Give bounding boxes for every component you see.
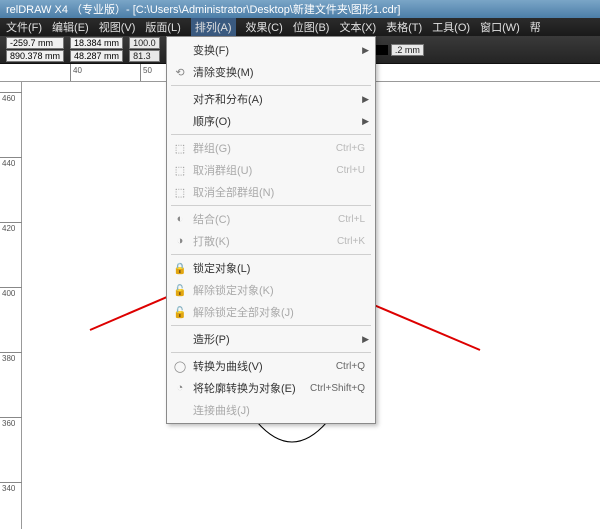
outline-width-field[interactable]: .2 mm	[391, 44, 424, 56]
menu-item-label: 群组(G)	[189, 140, 336, 156]
pos-x-field[interactable]: -259.7 mm	[6, 37, 64, 49]
menu-item-shortcut: Ctrl+L	[338, 214, 369, 225]
ruler-h-tick: 40	[73, 66, 82, 75]
menu-window[interactable]: 窗口(W)	[480, 19, 520, 35]
menu-item-icon: ◐	[171, 213, 189, 225]
menu-item-label: 将轮廓转换为对象(E)	[189, 380, 310, 396]
menu-text[interactable]: 文本(X)	[339, 19, 376, 35]
menu-item: ⬚群组(G)Ctrl+G	[167, 137, 375, 159]
menu-item: ⬚取消群组(U)Ctrl+U	[167, 159, 375, 181]
menu-edit[interactable]: 编辑(E)	[52, 19, 89, 35]
menu-effects[interactable]: 效果(C)	[246, 19, 283, 35]
ruler-v-tick: 400	[2, 289, 15, 298]
ruler-v-tick: 440	[2, 159, 15, 168]
menu-item-label: 连接曲线(J)	[189, 402, 369, 418]
ruler-v-tick: 420	[2, 224, 15, 233]
menu-item-label: 顺序(O)	[189, 113, 362, 129]
menu-item-shortcut: Ctrl+U	[336, 165, 369, 176]
scale-y-field[interactable]: 81.3	[129, 50, 160, 62]
menu-item-label: 解除锁定对象(K)	[189, 282, 369, 298]
menu-item-icon: 🔒	[171, 262, 189, 275]
submenu-arrow-icon: ▶	[362, 45, 369, 56]
menu-item[interactable]: 🔒锁定对象(L)	[167, 257, 375, 279]
menu-item: ◑打散(K)Ctrl+K	[167, 230, 375, 252]
height-field[interactable]: 48.287 mm	[70, 50, 123, 62]
menu-item-label: 解除锁定全部对象(J)	[189, 304, 369, 320]
menu-item[interactable]: 顺序(O)▶	[167, 110, 375, 132]
menu-item[interactable]: ◯转换为曲线(V)Ctrl+Q	[167, 355, 375, 377]
submenu-arrow-icon: ▶	[362, 334, 369, 345]
menu-item-label: 转换为曲线(V)	[189, 358, 336, 374]
menu-help[interactable]: 帮	[530, 19, 541, 35]
menu-item[interactable]: ⟲清除变换(M)	[167, 61, 375, 83]
menu-item[interactable]: 变换(F)▶	[167, 39, 375, 61]
menu-item-shortcut: Ctrl+K	[337, 236, 369, 247]
arrange-menu: 变换(F)▶⟲清除变换(M)对齐和分布(A)▶顺序(O)▶⬚群组(G)Ctrl+…	[166, 36, 376, 424]
width-field[interactable]: 18.384 mm	[70, 37, 123, 49]
ruler-v-tick: 360	[2, 419, 15, 428]
menu-item-label: 对齐和分布(A)	[189, 91, 362, 107]
menu-item-icon: 🔓	[171, 306, 189, 319]
menu-item-label: 变换(F)	[189, 42, 362, 58]
menu-item-label: 锁定对象(L)	[189, 260, 369, 276]
ruler-vertical: 460 440 420 400 380 360 340	[0, 82, 22, 529]
menu-item-shortcut: Ctrl+Q	[336, 361, 369, 372]
menu-item-icon: 🔓	[171, 284, 189, 297]
menu-item: 🔓解除锁定对象(K)	[167, 279, 375, 301]
menu-item[interactable]: 造形(P)▶	[167, 328, 375, 350]
outline-width[interactable]: .2 mm	[374, 44, 424, 56]
menu-item[interactable]: ◔将轮廓转换为对象(E)Ctrl+Shift+Q	[167, 377, 375, 399]
menu-item-label: 取消群组(U)	[189, 162, 336, 178]
ruler-v-tick: 460	[2, 94, 15, 103]
menu-file[interactable]: 文件(F)	[6, 19, 42, 35]
menu-item-label: 造形(P)	[189, 331, 362, 347]
menu-item-icon: ⬚	[171, 164, 189, 177]
ruler-v-tick: 380	[2, 354, 15, 363]
menu-item: 🔓解除锁定全部对象(J)	[167, 301, 375, 323]
ruler-v-tick: 340	[2, 484, 15, 493]
app-title: relDRAW X4 （专业版）- [C:\Users\Administrato…	[6, 1, 400, 17]
menu-item-label: 打散(K)	[189, 233, 337, 249]
menu-view[interactable]: 视图(V)	[99, 19, 136, 35]
title-bar: relDRAW X4 （专业版）- [C:\Users\Administrato…	[0, 0, 600, 18]
menu-item-shortcut: Ctrl+Shift+Q	[310, 383, 369, 394]
ruler-h-tick: 50	[143, 66, 152, 75]
menu-item-label: 取消全部群组(N)	[189, 184, 369, 200]
scale-x-field[interactable]: 100.0	[129, 37, 160, 49]
submenu-arrow-icon: ▶	[362, 116, 369, 127]
menu-item: ⬚取消全部群组(N)	[167, 181, 375, 203]
menu-item-icon: ⟲	[171, 66, 189, 79]
menu-item-icon: ◑	[171, 235, 189, 247]
menu-item-icon: ◯	[171, 360, 189, 373]
menu-bar: 文件(F) 编辑(E) 视图(V) 版面(L) 排列(A) 效果(C) 位图(B…	[0, 18, 600, 36]
menu-item: ◐结合(C)Ctrl+L	[167, 208, 375, 230]
menu-tools[interactable]: 工具(O)	[432, 19, 470, 35]
menu-item: 连接曲线(J)	[167, 399, 375, 421]
scale-group: 100.0 81.3	[129, 37, 160, 62]
menu-item-icon: ⬚	[171, 142, 189, 155]
menu-item-label: 结合(C)	[189, 211, 338, 227]
menu-arrange[interactable]: 排列(A)	[191, 18, 236, 36]
menu-layout[interactable]: 版面(L)	[145, 19, 180, 35]
menu-bitmap[interactable]: 位图(B)	[293, 19, 330, 35]
menu-item-icon: ◔	[171, 382, 189, 394]
menu-item[interactable]: 对齐和分布(A)▶	[167, 88, 375, 110]
size-group: 18.384 mm 48.287 mm	[70, 37, 123, 62]
menu-table[interactable]: 表格(T)	[386, 19, 422, 35]
submenu-arrow-icon: ▶	[362, 94, 369, 105]
position-group: -259.7 mm 890.378 mm	[6, 37, 64, 62]
menu-item-icon: ⬚	[171, 186, 189, 199]
pos-y-field[interactable]: 890.378 mm	[6, 50, 64, 62]
menu-item-label: 清除变换(M)	[189, 64, 369, 80]
menu-item-shortcut: Ctrl+G	[336, 143, 369, 154]
